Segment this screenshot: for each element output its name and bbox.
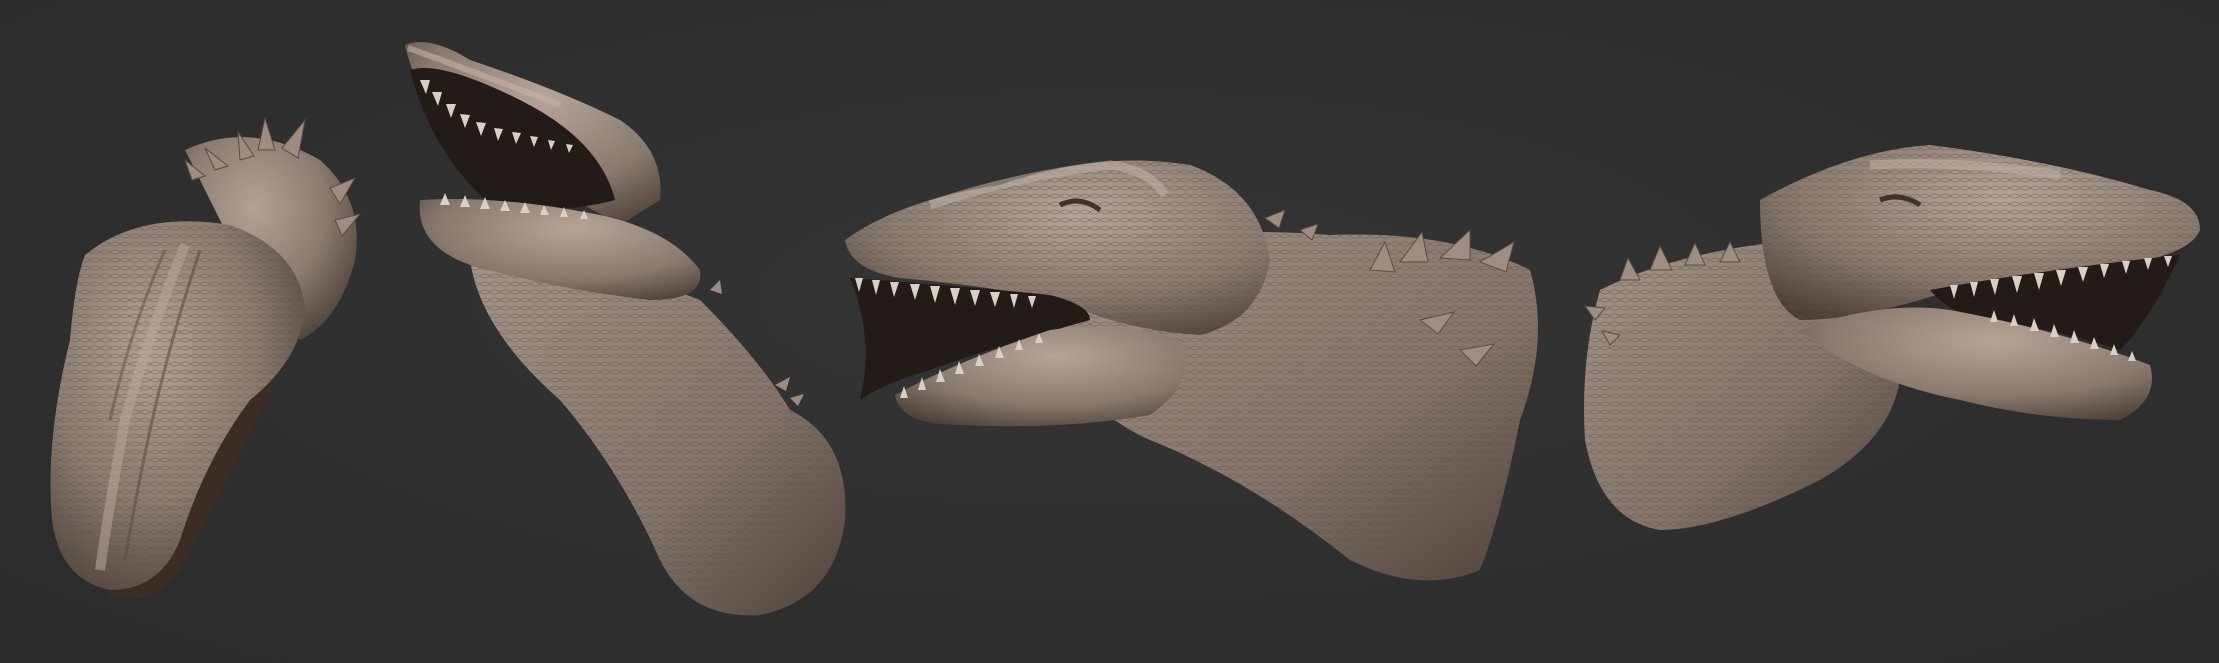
left-profile-view-sculpt (845, 160, 1538, 581)
front-view-sculpt (50, 116, 362, 600)
sculpt-render (50, 42, 2200, 616)
upward-view-sculpt (405, 42, 846, 616)
right-profile-view-sculpt (1583, 145, 2200, 530)
viewport-canvas (0, 0, 2219, 663)
